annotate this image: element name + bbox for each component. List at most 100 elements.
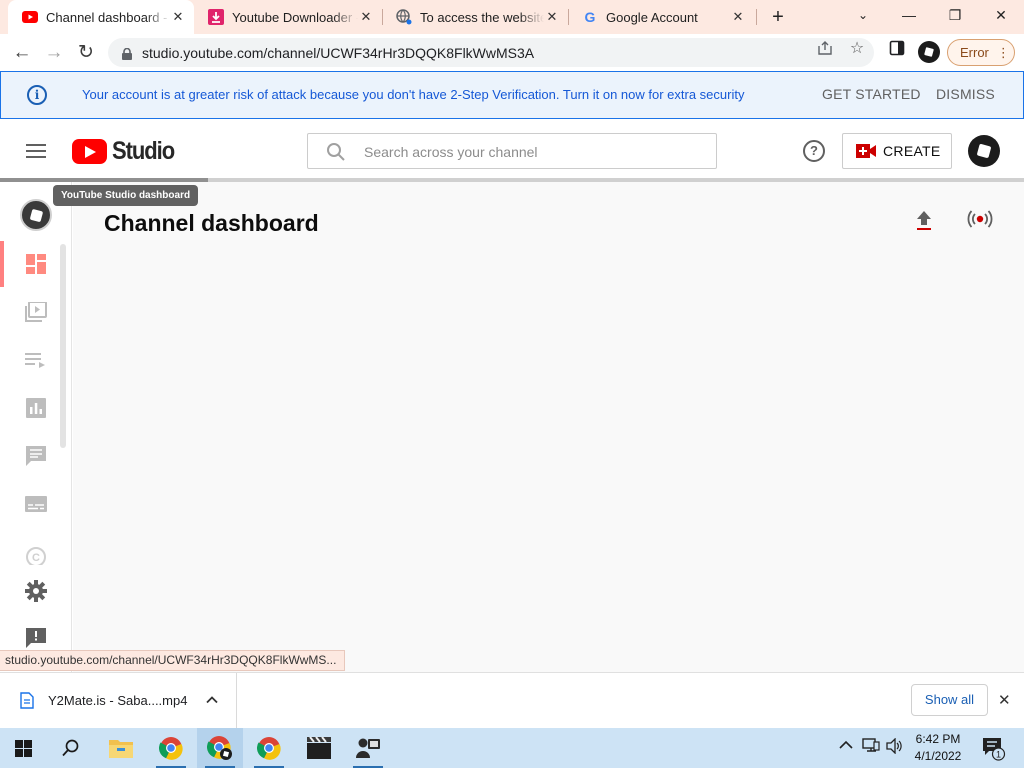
error-label: Error	[960, 45, 989, 60]
channel-avatar[interactable]	[20, 199, 52, 231]
youtube-logo-icon	[72, 139, 107, 164]
notification-center-icon[interactable]: 1	[982, 737, 1008, 764]
go-live-icon[interactable]	[965, 204, 995, 234]
tab-title: To access the website content	[420, 9, 544, 25]
url-text: studio.youtube.com/channel/UCWF34rHr3DQQ…	[142, 44, 535, 61]
menu-icon[interactable]	[26, 144, 46, 158]
info-icon: i	[27, 85, 47, 105]
studio-logo-text: Studio	[112, 137, 175, 165]
windows-taskbar: 6:42 PM 4/1/2022 1	[0, 728, 1024, 768]
content-video-icon	[25, 302, 47, 322]
tab-search-chevron-down-icon[interactable]: ⌄	[840, 0, 886, 32]
tab-close-icon[interactable]: ✕	[730, 9, 746, 25]
sidebar-item-analytics[interactable]	[0, 385, 72, 431]
share-icon[interactable]	[816, 40, 834, 58]
more-vert-icon[interactable]: ⋮	[997, 45, 1010, 61]
tab-title: Channel dashboard - YouTube Studio	[46, 9, 170, 25]
lock-icon	[122, 47, 132, 60]
subtitles-icon	[25, 496, 47, 512]
studio-logo[interactable]: Studio	[72, 137, 183, 166]
new-tab-button[interactable]: +	[766, 4, 790, 30]
search-box[interactable]	[307, 133, 717, 169]
download-item[interactable]: Y2Mate.is - Saba....mp4	[0, 673, 237, 728]
upload-icon[interactable]	[909, 204, 939, 234]
dashboard-tooltip: YouTube Studio dashboard	[53, 185, 199, 206]
maximize-button[interactable]: ❐	[932, 0, 978, 32]
close-shelf-icon[interactable]: ✕	[998, 691, 1011, 709]
dismiss-button[interactable]: DISMISS	[936, 86, 995, 102]
tab-title: Youtube Downloader - Y2Mate	[232, 9, 358, 25]
sidebar-item-feedback[interactable]	[0, 616, 72, 652]
side-panel-icon[interactable]	[888, 40, 906, 58]
network-icon[interactable]	[862, 738, 880, 757]
analytics-icon	[26, 398, 46, 418]
tab-google-account[interactable]: G Google Account ✕	[568, 0, 754, 34]
feedback-icon	[26, 628, 46, 648]
show-all-button[interactable]: Show all	[911, 684, 988, 716]
link-status-url: studio.youtube.com/channel/UCWF34rHr3DQQ…	[0, 650, 346, 671]
tab-youtube-downloader[interactable]: Youtube Downloader - Y2Mate ✕	[194, 0, 382, 34]
address-bar[interactable]: studio.youtube.com/channel/UCWF34rHr3DQQ…	[108, 38, 874, 67]
get-started-button[interactable]: GET STARTED	[822, 86, 921, 102]
comments-icon	[26, 446, 46, 466]
tab-close-icon[interactable]: ✕	[544, 9, 560, 25]
banner-message: Your account is at greater risk of attac…	[82, 87, 745, 102]
tab-separator	[756, 9, 757, 25]
tab-access-website[interactable]: To access the website content ✕	[382, 0, 568, 34]
create-label: CREATE	[883, 143, 941, 159]
svg-text:C: C	[32, 552, 40, 564]
search-icon	[326, 142, 346, 162]
youtube-favicon-icon	[22, 9, 38, 25]
tab-close-icon[interactable]: ✕	[358, 9, 374, 25]
left-sidebar: C	[0, 182, 72, 672]
chrome-profile-icon[interactable]	[197, 728, 243, 768]
profile-avatar-icon[interactable]	[918, 41, 940, 63]
dashboard-icon	[26, 254, 46, 274]
sidebar-item-content[interactable]	[0, 289, 72, 335]
file-explorer-icon[interactable]	[98, 728, 144, 768]
security-banner: i Your account is at greater risk of att…	[0, 71, 1024, 119]
sidebar-item-settings[interactable]	[0, 568, 72, 614]
taskbar-search-icon[interactable]	[48, 728, 94, 768]
account-avatar[interactable]	[968, 135, 1000, 167]
copyright-icon: C	[26, 547, 46, 565]
notification-count: 1	[996, 750, 1001, 760]
show-hidden-icons-chevron-up-icon[interactable]	[839, 738, 853, 755]
studio-header: Studio ? CREATE	[0, 119, 1024, 181]
page-title: Channel dashboard	[104, 210, 319, 236]
browser-toolbar: ← → ↻ studio.youtube.com/channel/UCWF34r…	[0, 34, 1024, 71]
tab-channel-dashboard[interactable]: Channel dashboard - YouTube Studio ✕	[8, 0, 194, 34]
download-shelf: Y2Mate.is - Saba....mp4 Show all ✕	[0, 672, 1024, 728]
search-input[interactable]	[364, 142, 704, 162]
sidebar-item-comments[interactable]	[0, 433, 72, 479]
chevron-up-icon[interactable]	[205, 693, 219, 707]
download-favicon-icon	[208, 9, 224, 25]
sidebar-item-dashboard[interactable]	[0, 241, 72, 287]
video-camera-plus-icon	[856, 144, 876, 158]
sidebar-item-copyright[interactable]: C	[0, 529, 72, 565]
back-arrow-icon[interactable]: ←	[8, 39, 36, 67]
video-editor-icon[interactable]	[296, 728, 342, 768]
minimize-button[interactable]: —	[886, 0, 932, 32]
create-button[interactable]: CREATE	[842, 133, 952, 169]
clock-time: 6:42 PM	[915, 732, 961, 746]
playlist-icon	[25, 353, 45, 368]
bookmark-star-icon[interactable]: ☆	[848, 40, 866, 58]
chrome-second-icon[interactable]	[246, 728, 292, 768]
close-window-button[interactable]: ✕	[978, 0, 1024, 32]
clock-date: 4/1/2022	[914, 749, 962, 763]
remote-app-icon[interactable]	[345, 728, 391, 768]
tab-close-icon[interactable]: ✕	[170, 9, 186, 25]
sidebar-item-subtitles[interactable]	[0, 481, 72, 527]
system-clock[interactable]: 6:42 PM 4/1/2022	[906, 731, 970, 765]
browser-tab-strip: Channel dashboard - YouTube Studio ✕ You…	[0, 0, 1024, 34]
help-icon[interactable]: ?	[803, 140, 825, 162]
google-favicon-icon: G	[584, 9, 596, 25]
windows-start-icon[interactable]	[0, 728, 46, 768]
sidebar-item-playlists[interactable]	[0, 337, 72, 383]
forward-arrow-icon[interactable]: →	[40, 39, 68, 67]
profile-error-button[interactable]: Error ⋮	[947, 39, 1015, 66]
reload-icon[interactable]: ↻	[72, 39, 100, 67]
volume-icon[interactable]	[886, 737, 904, 757]
chrome-icon[interactable]	[148, 728, 194, 768]
